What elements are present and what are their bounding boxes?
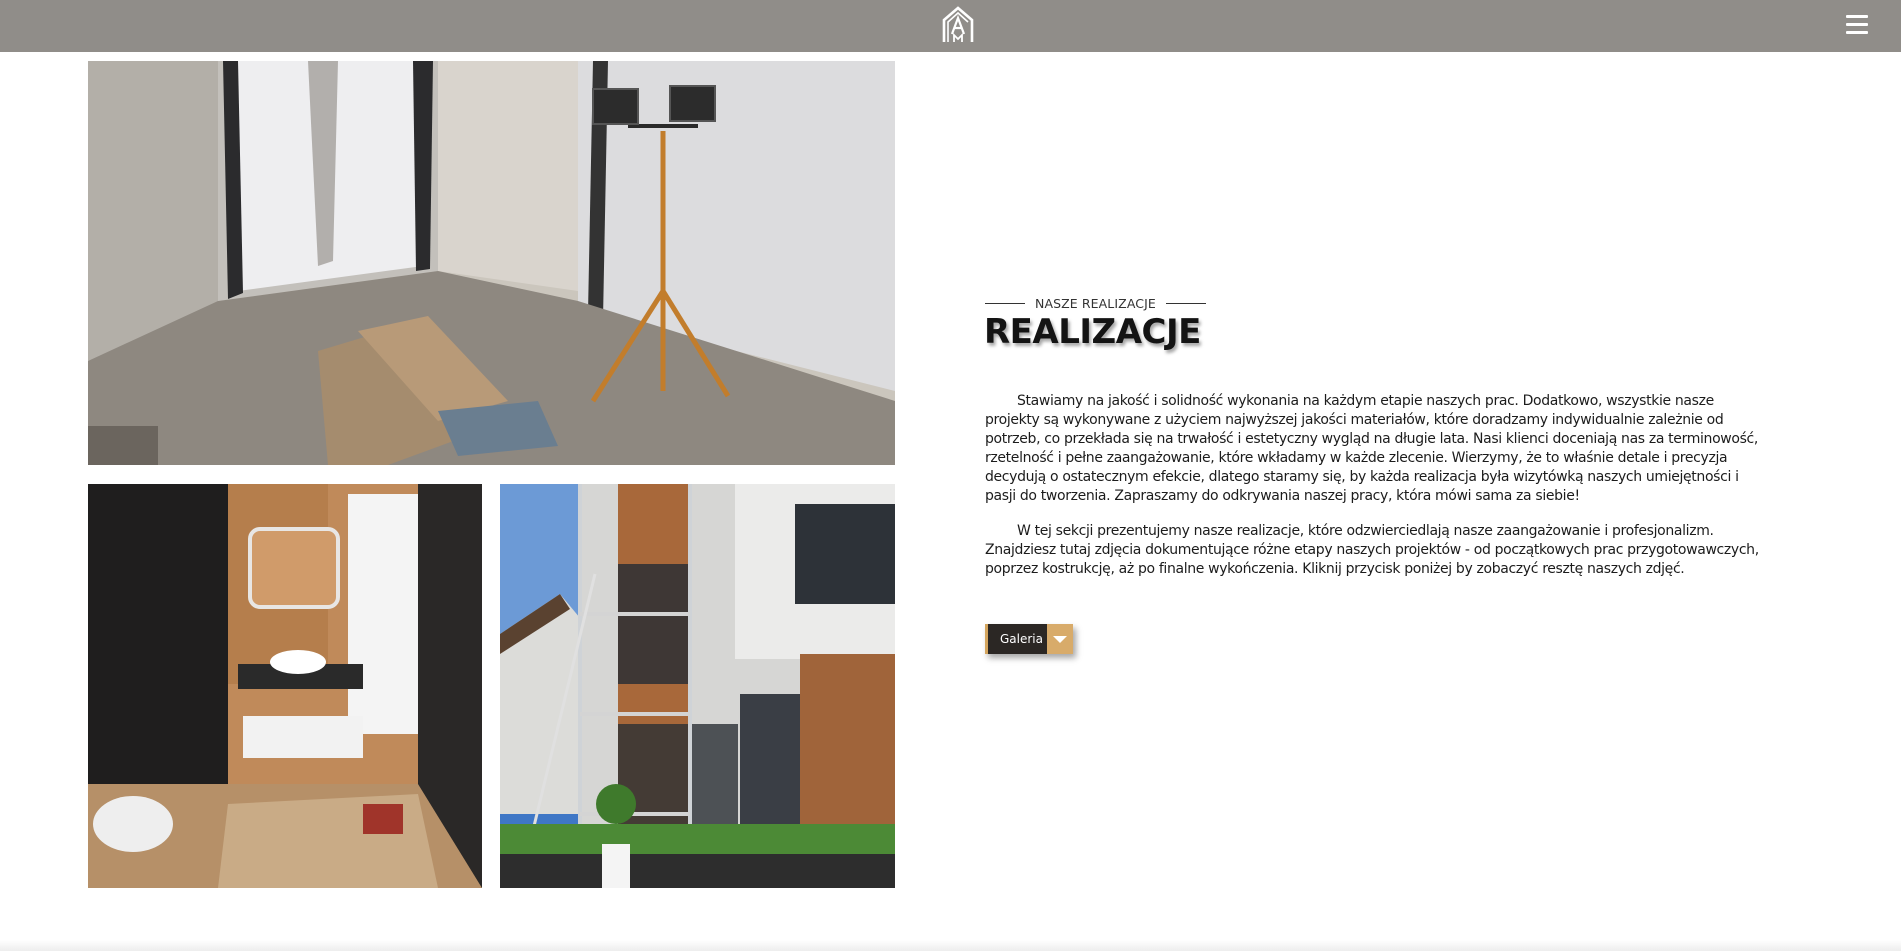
page-bottom-divider — [0, 940, 1901, 951]
gallery-button-label[interactable]: Galeria — [985, 624, 1047, 654]
photo-unfinished-room[interactable] — [88, 61, 895, 465]
section-eyebrow: NASZE REALIZACJE — [985, 294, 1206, 312]
section-title: REALIZACJE — [984, 312, 1201, 352]
chevron-down-icon[interactable] — [1047, 624, 1073, 654]
eyebrow-line-left — [985, 302, 1025, 304]
section-paragraph-2: W tej sekcji prezentujemy nasze realizac… — [985, 523, 1759, 577]
section-paragraph-1: Stawiamy na jakość i solidność wykonania… — [985, 393, 1759, 504]
photo-bathroom-in-progress[interactable] — [88, 484, 482, 888]
gallery-button[interactable]: Galeria — [985, 624, 1073, 654]
photo-house-facade-scaffolding[interactable] — [500, 484, 895, 888]
hamburger-menu-icon[interactable] — [1844, 12, 1870, 38]
house-am-logo-icon[interactable] — [938, 4, 978, 44]
top-navigation-bar — [0, 0, 1901, 52]
eyebrow-line-right — [1165, 302, 1206, 304]
eyebrow-text: NASZE REALIZACJE — [1035, 295, 1156, 311]
